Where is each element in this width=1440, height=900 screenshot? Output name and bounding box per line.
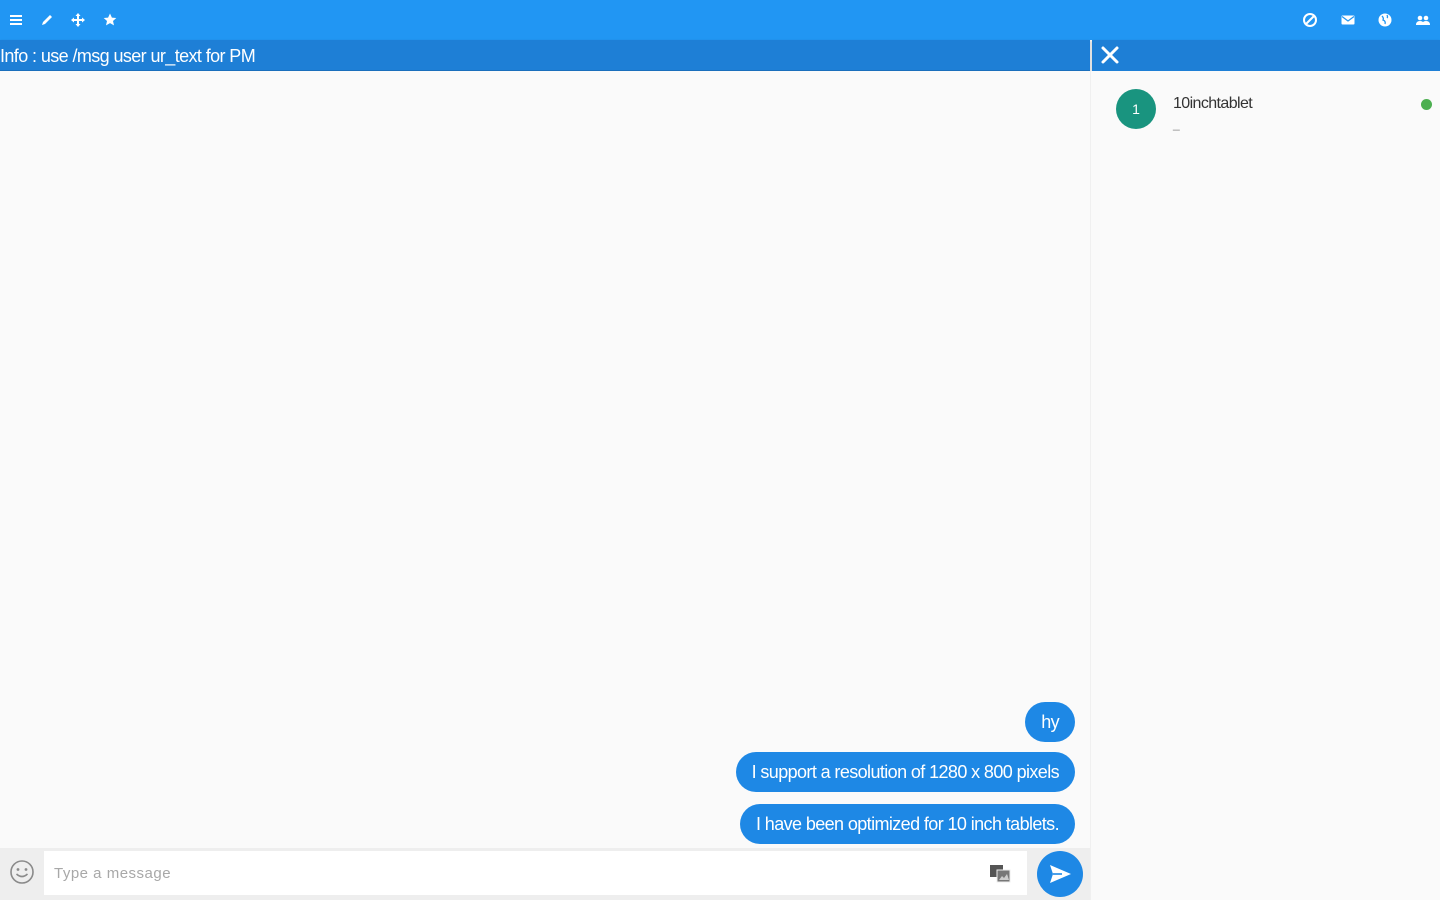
avatar: 1 xyxy=(1116,89,1156,129)
message-bubble: hy xyxy=(1025,702,1075,742)
message-bubble: I have been optimized for 10 inch tablet… xyxy=(739,804,1075,844)
send-button[interactable] xyxy=(1037,851,1083,897)
globe-icon[interactable] xyxy=(1375,10,1395,30)
chat-messages-area[interactable]: hy I support a resolution of 1280 x 800 … xyxy=(0,71,1090,848)
user-status-text: _ xyxy=(1173,117,1180,131)
move-icon[interactable] xyxy=(68,10,88,30)
user-list-panel: 1 10inchtablet _ xyxy=(1090,71,1440,900)
star-icon[interactable] xyxy=(100,10,120,30)
user-list-item[interactable]: 1 10inchtablet _ xyxy=(1091,83,1440,143)
info-text: Info : use /msg user ur_text for PM xyxy=(0,46,256,66)
emoji-button[interactable] xyxy=(8,858,36,886)
message-composer xyxy=(0,848,1090,900)
users-icon[interactable] xyxy=(1413,10,1433,30)
close-icon xyxy=(1101,46,1119,64)
attach-image-button[interactable] xyxy=(988,861,1012,885)
emoji-icon xyxy=(10,860,34,884)
message-bubble: I support a resolution of 1280 x 800 pix… xyxy=(735,752,1075,792)
image-attach-icon xyxy=(990,865,1011,883)
send-icon xyxy=(1050,865,1071,883)
user-panel-header xyxy=(1092,40,1440,71)
close-panel-button[interactable] xyxy=(1098,43,1122,67)
menu-icon[interactable] xyxy=(6,10,26,30)
top-app-bar xyxy=(0,0,1440,40)
info-bar: Info : use /msg user ur_text for PM xyxy=(0,40,1090,71)
block-icon[interactable] xyxy=(1300,10,1320,30)
online-status-dot xyxy=(1421,99,1432,110)
message-input[interactable] xyxy=(44,851,1027,895)
pencil-icon[interactable] xyxy=(37,10,57,30)
user-name: 10inchtablet xyxy=(1173,95,1253,112)
mail-icon[interactable] xyxy=(1338,10,1358,30)
